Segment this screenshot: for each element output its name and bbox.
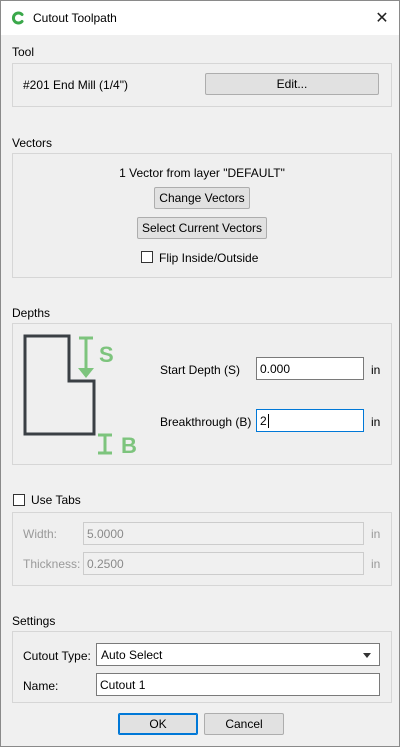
cutout-type-label: Cutout Type: [23, 649, 91, 663]
start-depth-input[interactable]: 0.000 [256, 357, 364, 380]
change-vectors-button[interactable]: Change Vectors [154, 187, 250, 209]
tab-thickness-label: Thickness: [23, 557, 81, 571]
toolpath-name-input[interactable]: Cutout 1 [96, 673, 380, 696]
vector-info-text: 1 Vector from layer "DEFAULT" [119, 166, 285, 180]
close-button[interactable]: ✕ [365, 1, 399, 35]
vectors-section-label: Vectors [12, 136, 53, 150]
depth-diagram: S B [23, 334, 137, 457]
breakthrough-unit: in [371, 415, 381, 429]
tool-group: #201 End Mill (1/4") Edit... [12, 63, 392, 107]
tab-width-input[interactable]: 5.0000 [83, 522, 364, 545]
flip-inside-outside-checkbox[interactable] [141, 251, 153, 263]
tab-width-unit: in [371, 527, 381, 541]
tab-thickness-input[interactable]: 0.2500 [83, 552, 364, 575]
tab-thickness-value: 0.2500 [87, 556, 124, 571]
use-tabs-label: Use Tabs [31, 493, 81, 507]
tool-name: #201 End Mill (1/4") [23, 78, 128, 92]
material-profile-outline [23, 334, 96, 436]
flip-inside-outside-label: Flip Inside/Outside [159, 251, 259, 265]
use-tabs-checkbox[interactable] [13, 494, 25, 506]
ok-button[interactable]: OK [118, 713, 198, 735]
close-icon: ✕ [375, 10, 389, 27]
settings-group: Cutout Type: Auto Select Name: Cutout 1 [12, 631, 392, 703]
settings-section-label: Settings [12, 614, 56, 628]
depths-group: S B Start Depth (S) 0.000 in Breakthroug… [12, 323, 392, 465]
cutout-type-select[interactable]: Auto Select [96, 643, 380, 666]
cutout-toolpath-dialog: Cutout Toolpath ✕ Tool #201 End Mill (1/… [0, 0, 400, 747]
start-depth-unit: in [371, 363, 381, 377]
tool-section-label: Tool [12, 45, 35, 59]
chevron-down-icon [363, 653, 371, 658]
start-depth-label: Start Depth (S) [160, 363, 241, 377]
cancel-button[interactable]: Cancel [204, 713, 284, 735]
start-depth-letter: S [99, 342, 114, 367]
text-caret [267, 413, 269, 428]
tabs-group: Width: 5.0000 in Thickness: 0.2500 in [12, 512, 392, 586]
title-bar: Cutout Toolpath ✕ [1, 1, 399, 35]
toolpath-name-value: Cutout 1 [100, 677, 146, 692]
breakthrough-value: 2 [260, 413, 267, 428]
tab-width-label: Width: [23, 527, 58, 541]
edit-tool-button[interactable]: Edit... [205, 73, 379, 95]
breakthrough-input[interactable]: 2 [256, 409, 364, 432]
window-title: Cutout Toolpath [33, 11, 117, 25]
start-depth-value: 0.000 [260, 361, 291, 376]
depths-section-label: Depths [12, 306, 51, 320]
name-label: Name: [23, 679, 59, 693]
cutout-type-value: Auto Select [101, 647, 163, 662]
breakthrough-label: Breakthrough (B) [160, 415, 252, 429]
select-current-vectors-button[interactable]: Select Current Vectors [137, 217, 267, 239]
start-depth-arrow-icon [78, 368, 94, 378]
breakthrough-letter: B [121, 433, 137, 457]
app-logo-icon [12, 11, 24, 25]
vectors-group: 1 Vector from layer "DEFAULT" Change Vec… [12, 153, 392, 278]
tab-width-value: 5.0000 [87, 526, 124, 541]
tab-thickness-unit: in [371, 557, 381, 571]
